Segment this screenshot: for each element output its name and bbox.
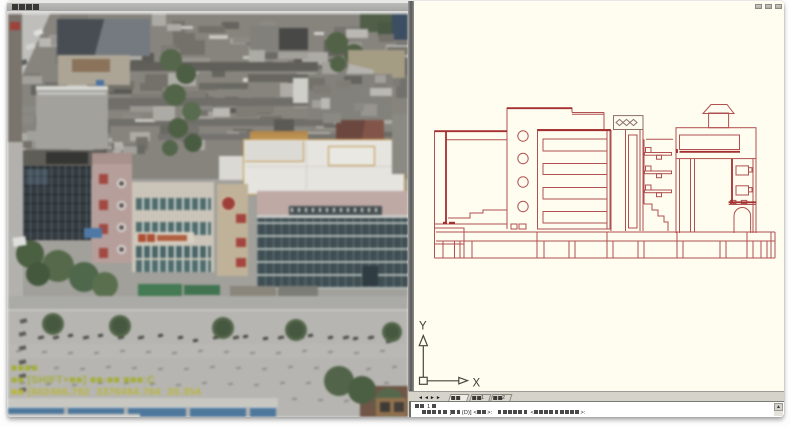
- svg-text:Y: Y: [419, 321, 427, 333]
- svg-text:X: X: [473, 378, 481, 390]
